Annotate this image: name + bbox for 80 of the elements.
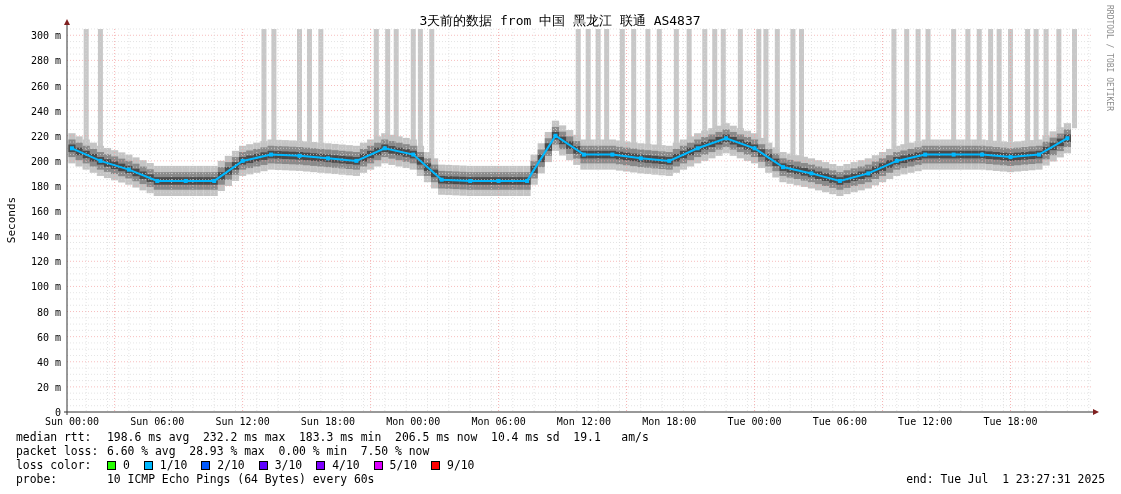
data-point: [325, 156, 330, 161]
data-point: [610, 152, 615, 157]
y-tick-label: 180 m: [30, 180, 61, 192]
x-tick-label: Sun 06:00: [130, 416, 185, 427]
y-tick-label: 300 m: [30, 30, 61, 42]
data-point: [411, 152, 416, 157]
legend-label: 5/10: [389, 458, 418, 472]
x-tick-label: Sun 12:00: [215, 416, 270, 427]
y-tick-label: 120 m: [30, 256, 61, 268]
y-tick-label: 80 m: [36, 306, 61, 318]
y-tick-label: 280 m: [30, 55, 61, 67]
y-tick-label: 40 m: [36, 356, 61, 368]
data-point: [1036, 152, 1041, 157]
data-point: [667, 158, 672, 163]
y-tick-label: 0: [54, 407, 61, 418]
data-point: [752, 146, 757, 151]
data-point: [240, 158, 245, 163]
legend-value: 10 ICMP Echo Pings (64 Bytes) every 60s: [107, 472, 375, 486]
data-point: [809, 171, 814, 176]
data-point: [212, 178, 217, 183]
x-tick-label: Mon 12:00: [556, 416, 611, 427]
data-point: [439, 177, 444, 182]
legend-label: loss color:: [16, 458, 93, 472]
legend-label: 2/10: [217, 458, 245, 472]
data-point: [269, 152, 274, 157]
data-point: [155, 178, 160, 183]
credit-text: RRDTOOL / TOBI OETIKER: [1105, 5, 1114, 111]
x-tick-label: Tue 12:00: [898, 416, 953, 427]
y-tick-label: 140 m: [30, 231, 61, 243]
x-tick-label: Sun 18:00: [300, 416, 356, 427]
data-point: [923, 152, 928, 157]
data-point: [951, 152, 956, 157]
y-axis-label: Seconds: [5, 196, 18, 244]
legend-label: 1/10: [159, 458, 188, 472]
legend-label: 3/10: [274, 458, 303, 472]
chart-title: 3天前的数据 from 中国 黑龙江 联通 AS4837: [419, 13, 701, 28]
y-tick-label: 200 m: [30, 155, 61, 167]
legend-label: median rtt:: [16, 430, 93, 444]
data-point: [382, 146, 387, 151]
data-point: [866, 171, 871, 176]
legend-value: 198.6 ms avg 232.2 ms max 183.3 ms min 206.5 ms now 10.4 ms sd 19.1 am/s: [107, 430, 649, 444]
data-point: [496, 178, 501, 183]
y-tick-label: 220 m: [30, 130, 61, 142]
x-tick-label: Sun 00:00: [44, 416, 100, 427]
data-point: [525, 178, 530, 183]
data-point: [183, 178, 188, 183]
data-point: [468, 178, 473, 183]
data-point: [894, 158, 899, 163]
data-point: [354, 158, 359, 163]
y-tick-label: 260 m: [30, 80, 61, 92]
legend-label: 9/10: [447, 458, 475, 472]
data-point: [581, 152, 586, 157]
data-point: [1065, 136, 1070, 141]
x-tick-label: Mon 00:00: [386, 416, 441, 427]
data-point: [126, 167, 131, 172]
x-tick-label: Mon 06:00: [471, 416, 526, 427]
legend-label: packet loss:: [16, 444, 100, 458]
data-point: [297, 153, 302, 158]
x-tick-label: Tue 00:00: [727, 416, 782, 427]
end-time-text: end: Tue Jul 1 23:27:31 2025: [906, 472, 1105, 486]
data-point: [638, 156, 643, 161]
x-tick-label: Mon 18:00: [642, 416, 697, 427]
data-point: [837, 178, 842, 183]
data-point: [695, 146, 700, 151]
y-tick-label: 160 m: [30, 206, 61, 218]
y-tick-label: 100 m: [30, 281, 61, 293]
y-tick-label: 60 m: [36, 331, 61, 343]
x-tick-label: Tue 18:00: [983, 416, 1038, 427]
data-point: [1008, 155, 1013, 160]
x-tick-label: Tue 06:00: [812, 416, 867, 427]
legend-label: 4/10: [332, 458, 360, 472]
data-point: [98, 158, 103, 163]
legend-label: probe:: [16, 472, 59, 486]
data-point: [980, 152, 985, 157]
y-tick-label: 240 m: [30, 105, 61, 117]
y-tick-label: 20 m: [36, 381, 61, 393]
data-point: [553, 133, 558, 138]
data-point: [724, 136, 729, 141]
legend-value: 6.60 % avg 28.93 % max 0.00 % min 7.50 % now: [107, 444, 430, 458]
legend-label: 0: [123, 458, 130, 472]
